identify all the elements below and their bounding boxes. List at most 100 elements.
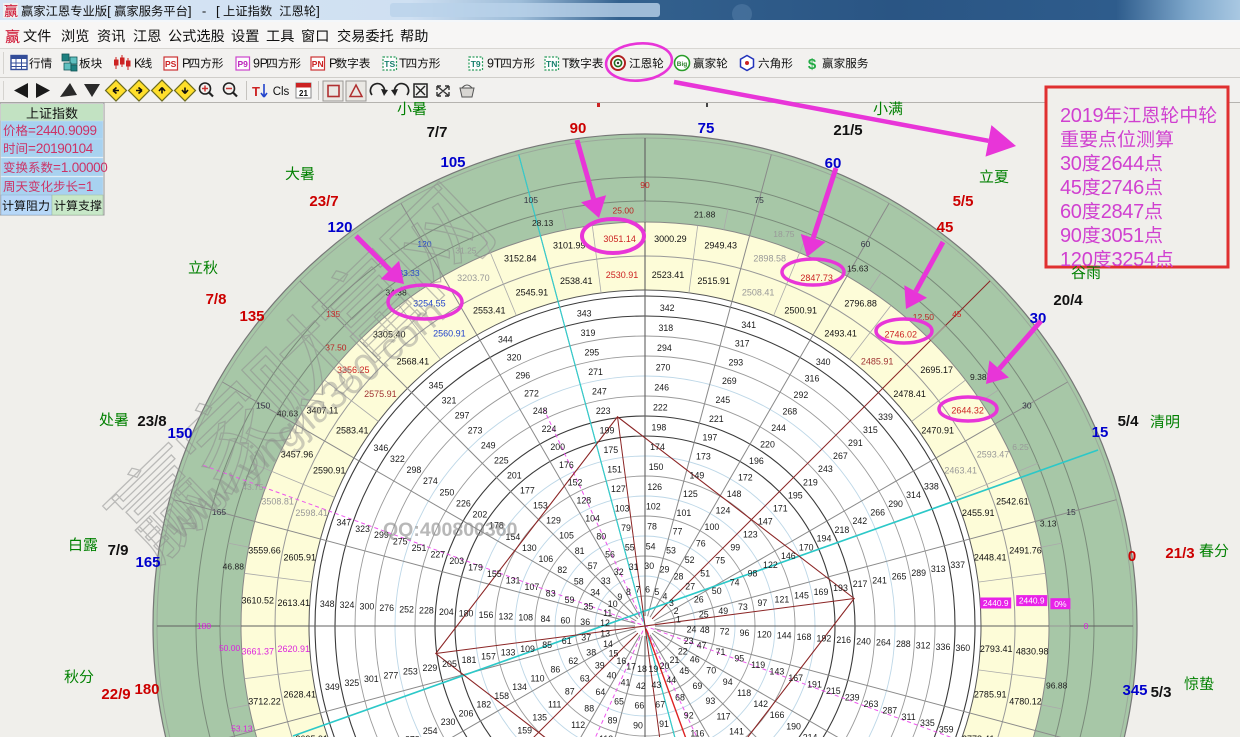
svg-text:2590.91: 2590.91 [313, 465, 346, 475]
svg-text:21.88: 21.88 [694, 209, 716, 219]
svg-text:295: 295 [584, 347, 599, 357]
svg-text:290: 290 [888, 499, 903, 509]
svg-text:249: 249 [481, 441, 496, 451]
svg-text:3: 3 [669, 598, 674, 608]
svg-text:41: 41 [621, 678, 631, 688]
svg-text:2593.47: 2593.47 [977, 449, 1010, 459]
svg-text:1: 1 [86, 179, 94, 194]
svg-text:2785.91: 2785.91 [974, 690, 1007, 700]
svg-text:4830.98: 4830.98 [1016, 646, 1049, 656]
svg-text:301: 301 [364, 674, 379, 684]
svg-text:6: 6 [645, 584, 650, 594]
svg-text:3712.22: 3712.22 [248, 697, 281, 707]
svg-text:21/3: 21/3 [1165, 545, 1194, 562]
svg-text:124: 124 [716, 505, 731, 515]
svg-text:221: 221 [709, 414, 724, 424]
svg-text:31: 31 [629, 562, 639, 572]
svg-text:158: 158 [494, 691, 509, 701]
svg-text:311: 311 [902, 712, 916, 722]
svg-text:149: 149 [690, 470, 705, 480]
svg-text:267: 267 [833, 451, 848, 461]
svg-text:127: 127 [611, 484, 626, 494]
svg-text:153: 153 [533, 501, 548, 511]
svg-text:2440.9: 2440.9 [983, 598, 1009, 608]
svg-text:180: 180 [459, 609, 474, 619]
svg-text:322: 322 [390, 454, 405, 464]
svg-text:3.13: 3.13 [1040, 519, 1057, 529]
svg-text:277: 277 [384, 670, 399, 680]
svg-text:128: 128 [576, 496, 591, 506]
svg-text:2949.43: 2949.43 [704, 241, 737, 251]
svg-text:167: 167 [788, 673, 803, 683]
svg-text:171: 171 [773, 503, 788, 513]
svg-text:QQ:400800360: QQ:400800360 [383, 519, 518, 541]
svg-text:151: 151 [607, 465, 622, 475]
svg-text:2: 2 [1101, 201, 1112, 223]
svg-text:266: 266 [870, 508, 885, 518]
svg-text:110: 110 [530, 673, 544, 683]
svg-text:241: 241 [872, 575, 887, 585]
svg-text:129: 129 [546, 516, 561, 526]
svg-text:44: 44 [666, 675, 676, 685]
svg-text:4780.12: 4780.12 [1009, 697, 1042, 707]
svg-text:319: 319 [581, 328, 596, 338]
svg-text:105: 105 [559, 531, 574, 541]
svg-text:8: 8 [1112, 201, 1123, 223]
svg-text:59: 59 [565, 595, 575, 605]
svg-text:324: 324 [340, 600, 355, 610]
svg-text:101: 101 [677, 508, 692, 518]
svg-text:120: 120 [757, 629, 772, 639]
svg-text:51: 51 [700, 569, 710, 579]
svg-text:5: 5 [654, 587, 659, 597]
svg-text:199: 199 [600, 426, 615, 436]
svg-text:76: 76 [696, 538, 706, 548]
svg-text:15: 15 [1092, 424, 1109, 441]
svg-text:159: 159 [517, 726, 532, 736]
svg-text:318: 318 [658, 323, 673, 333]
svg-text:220: 220 [760, 439, 775, 449]
svg-text:217: 217 [853, 579, 868, 589]
svg-text:216: 216 [836, 635, 851, 645]
svg-text:345: 345 [1122, 682, 1147, 699]
svg-text:62: 62 [568, 656, 578, 666]
svg-text:23/8: 23/8 [137, 413, 166, 430]
svg-text:348: 348 [320, 599, 335, 609]
svg-text:0: 0 [1082, 249, 1093, 271]
svg-text:8: 8 [626, 587, 631, 597]
svg-text:270: 270 [656, 363, 671, 373]
svg-text:343: 343 [577, 308, 592, 318]
svg-text:108: 108 [518, 613, 533, 623]
svg-text:181: 181 [462, 655, 477, 665]
svg-text:29: 29 [660, 564, 670, 574]
svg-text:5/5: 5/5 [953, 193, 974, 210]
svg-text:83: 83 [546, 589, 556, 599]
svg-text:112: 112 [571, 720, 585, 730]
svg-text:109: 109 [520, 644, 535, 654]
svg-text:191: 191 [807, 679, 822, 689]
svg-text:67: 67 [655, 699, 665, 709]
svg-text:3559.66: 3559.66 [248, 545, 281, 555]
svg-text:2508.41: 2508.41 [742, 288, 775, 298]
svg-text:107: 107 [525, 582, 540, 592]
svg-text:9: 9 [90, 123, 98, 138]
svg-text:320: 320 [507, 353, 522, 363]
svg-text:7/8: 7/8 [206, 291, 227, 308]
svg-text:38: 38 [586, 647, 596, 657]
svg-text:103: 103 [615, 504, 630, 514]
svg-text:2491.76: 2491.76 [1009, 545, 1042, 555]
svg-text:2545.91: 2545.91 [516, 288, 549, 298]
svg-text:203: 203 [449, 556, 464, 566]
svg-text:1: 1 [676, 615, 681, 625]
svg-text:=: = [78, 179, 86, 194]
svg-text:7/9: 7/9 [108, 542, 129, 559]
svg-text:2530.91: 2530.91 [606, 270, 639, 280]
svg-text:6: 6 [1060, 201, 1071, 223]
svg-text:263: 263 [864, 699, 879, 709]
svg-text:21: 21 [299, 89, 308, 98]
svg-text:121: 121 [775, 594, 790, 604]
svg-text:PS: PS [165, 59, 177, 69]
svg-text:36: 36 [580, 617, 590, 627]
svg-text:174: 174 [650, 442, 665, 452]
svg-text:134: 134 [512, 682, 527, 692]
svg-text:226: 226 [456, 499, 471, 509]
